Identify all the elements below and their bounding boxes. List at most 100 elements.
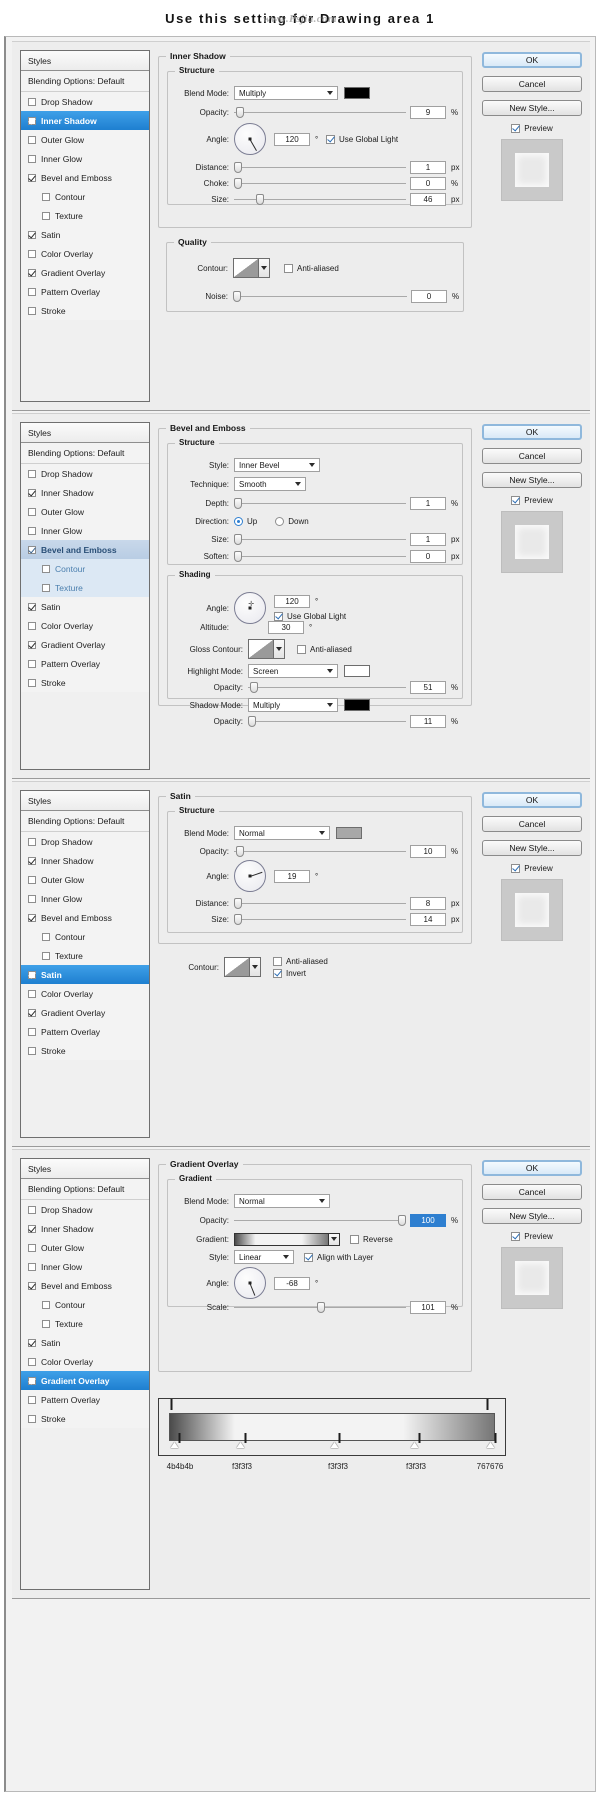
preview-checkbox[interactable]: Preview xyxy=(482,124,582,133)
size-slider[interactable] xyxy=(234,913,406,925)
sidebar-item-pattern-overlay[interactable]: Pattern Overlay xyxy=(21,282,149,301)
slider-knob[interactable] xyxy=(234,498,242,509)
gradient-color-stop[interactable] xyxy=(237,1433,246,1443)
styles-list[interactable]: Styles Blending Options: Default Drop Sh… xyxy=(20,50,150,402)
sidebar-item-stroke[interactable]: Stroke xyxy=(21,1041,149,1060)
bevel-size-slider[interactable] xyxy=(234,533,406,545)
bevel-and-emboss-checkbox[interactable] xyxy=(28,546,36,554)
gradient-style-select[interactable]: Linear xyxy=(234,1250,294,1264)
noise-slider[interactable] xyxy=(233,290,407,302)
opacity-input[interactable]: 100 xyxy=(410,1214,446,1227)
satin-checkbox[interactable] xyxy=(28,231,36,239)
sidebar-item-texture[interactable]: Texture xyxy=(21,946,149,965)
preview-checkbox[interactable]: Preview xyxy=(482,496,582,505)
stroke-checkbox[interactable] xyxy=(28,1047,36,1055)
outer-glow-checkbox[interactable] xyxy=(28,508,36,516)
texture-checkbox[interactable] xyxy=(42,1320,50,1328)
sidebar-item-inner-shadow[interactable]: Inner Shadow xyxy=(21,851,149,870)
gradient-angle-input[interactable]: -68 xyxy=(274,1277,310,1290)
depth-input[interactable]: 1 xyxy=(410,497,446,510)
choke-input[interactable]: 0 xyxy=(410,177,446,190)
opacity-slider[interactable] xyxy=(234,106,406,118)
direction-up-radio[interactable]: Up xyxy=(234,517,257,526)
chevron-down-icon[interactable] xyxy=(259,258,270,278)
chevron-down-icon[interactable] xyxy=(250,957,261,977)
sidebar-item-bevel-and-emboss[interactable]: Bevel and Emboss xyxy=(21,1276,149,1295)
bevel-and-emboss-checkbox[interactable] xyxy=(28,1282,36,1290)
sidebar-item-inner-glow[interactable]: Inner Glow xyxy=(21,1257,149,1276)
contour-picker[interactable] xyxy=(224,957,261,977)
opacity-input[interactable]: 10 xyxy=(410,845,446,858)
sidebar-item-color-overlay[interactable]: Color Overlay xyxy=(21,984,149,1003)
inner-glow-checkbox[interactable] xyxy=(28,895,36,903)
angle-dial[interactable] xyxy=(234,123,266,155)
stroke-checkbox[interactable] xyxy=(28,307,36,315)
satin-color-swatch[interactable] xyxy=(336,827,362,839)
cancel-button[interactable]: Cancel xyxy=(482,76,582,92)
sidebar-item-inner-shadow[interactable]: Inner Shadow xyxy=(21,111,149,130)
slider-knob[interactable] xyxy=(234,898,242,909)
preview-chk[interactable]: Preview xyxy=(511,496,552,505)
texture-checkbox[interactable] xyxy=(42,212,50,220)
slider-knob[interactable] xyxy=(236,846,244,857)
choke-slider[interactable] xyxy=(234,177,406,189)
stroke-checkbox[interactable] xyxy=(28,1415,36,1423)
ok-button[interactable]: OK xyxy=(482,424,582,440)
sidebar-item-texture[interactable]: Texture xyxy=(21,206,149,225)
texture-checkbox[interactable] xyxy=(42,584,50,592)
inner-shadow-checkbox[interactable] xyxy=(28,489,36,497)
sidebar-item-color-overlay[interactable]: Color Overlay xyxy=(21,1352,149,1371)
sidebar-item-inner-shadow[interactable]: Inner Shadow xyxy=(21,483,149,502)
styles-list[interactable]: Styles Blending Options: Default Drop Sh… xyxy=(20,1158,150,1590)
slider-knob[interactable] xyxy=(234,551,242,562)
sidebar-item-color-overlay[interactable]: Color Overlay xyxy=(21,244,149,263)
align-with-layer-checkbox[interactable]: Align with Layer xyxy=(304,1253,373,1262)
sidebar-item-contour[interactable]: Contour xyxy=(21,559,149,578)
new-style-button[interactable]: New Style... xyxy=(482,1208,582,1224)
sidebar-item-inner-shadow[interactable]: Inner Shadow xyxy=(21,1219,149,1238)
inner-glow-checkbox[interactable] xyxy=(28,155,36,163)
sidebar-item-satin[interactable]: Satin xyxy=(21,597,149,616)
cancel-button[interactable]: Cancel xyxy=(482,448,582,464)
shadow-mode-select[interactable]: Multiply xyxy=(248,698,338,712)
slider-knob[interactable] xyxy=(234,914,242,925)
sidebar-item-pattern-overlay[interactable]: Pattern Overlay xyxy=(21,1022,149,1041)
slider-knob[interactable] xyxy=(398,1215,406,1226)
satin-checkbox[interactable] xyxy=(28,603,36,611)
gradient-opacity-stop[interactable] xyxy=(487,1400,496,1411)
gloss-anti-aliased-checkbox[interactable]: Anti-aliased xyxy=(297,645,352,654)
size-slider[interactable] xyxy=(234,193,406,205)
sidebar-item-inner-glow[interactable]: Inner Glow xyxy=(21,149,149,168)
sidebar-item-satin[interactable]: Satin xyxy=(21,965,149,984)
blend-mode-select[interactable]: Normal xyxy=(234,826,330,840)
outer-glow-checkbox[interactable] xyxy=(28,1244,36,1252)
gradient-picker[interactable] xyxy=(234,1233,340,1246)
outer-glow-checkbox[interactable] xyxy=(28,136,36,144)
blending-options-row[interactable]: Blending Options: Default xyxy=(21,443,149,464)
highlight-opacity-input[interactable]: 51 xyxy=(410,681,446,694)
depth-slider[interactable] xyxy=(234,497,406,509)
ok-button[interactable]: OK xyxy=(482,52,582,68)
blend-mode-select[interactable]: Multiply xyxy=(234,86,338,100)
inner-shadow-checkbox[interactable] xyxy=(28,1225,36,1233)
preview-chk[interactable]: Preview xyxy=(511,1232,552,1241)
inner-glow-checkbox[interactable] xyxy=(28,1263,36,1271)
sidebar-item-bevel-and-emboss[interactable]: Bevel and Emboss xyxy=(21,908,149,927)
shadow-opacity-slider[interactable] xyxy=(248,715,406,727)
texture-checkbox[interactable] xyxy=(42,952,50,960)
sidebar-item-gradient-overlay[interactable]: Gradient Overlay xyxy=(21,263,149,282)
ok-button[interactable]: OK xyxy=(482,1160,582,1176)
sidebar-item-satin[interactable]: Satin xyxy=(21,225,149,244)
new-style-button[interactable]: New Style... xyxy=(482,840,582,856)
slider-knob[interactable] xyxy=(256,194,264,205)
blend-mode-select[interactable]: Normal xyxy=(234,1194,330,1208)
reverse-checkbox[interactable]: Reverse xyxy=(350,1235,393,1244)
shadow-color-swatch[interactable] xyxy=(344,699,370,711)
opacity-input[interactable]: 9 xyxy=(410,106,446,119)
styles-list[interactable]: Styles Blending Options: Default Drop Sh… xyxy=(20,422,150,770)
gradient-color-stop[interactable] xyxy=(171,1433,180,1443)
drop-shadow-checkbox[interactable] xyxy=(28,1206,36,1214)
highlight-mode-select[interactable]: Screen xyxy=(248,664,338,678)
contour-checkbox[interactable] xyxy=(42,565,50,573)
outer-glow-checkbox[interactable] xyxy=(28,876,36,884)
